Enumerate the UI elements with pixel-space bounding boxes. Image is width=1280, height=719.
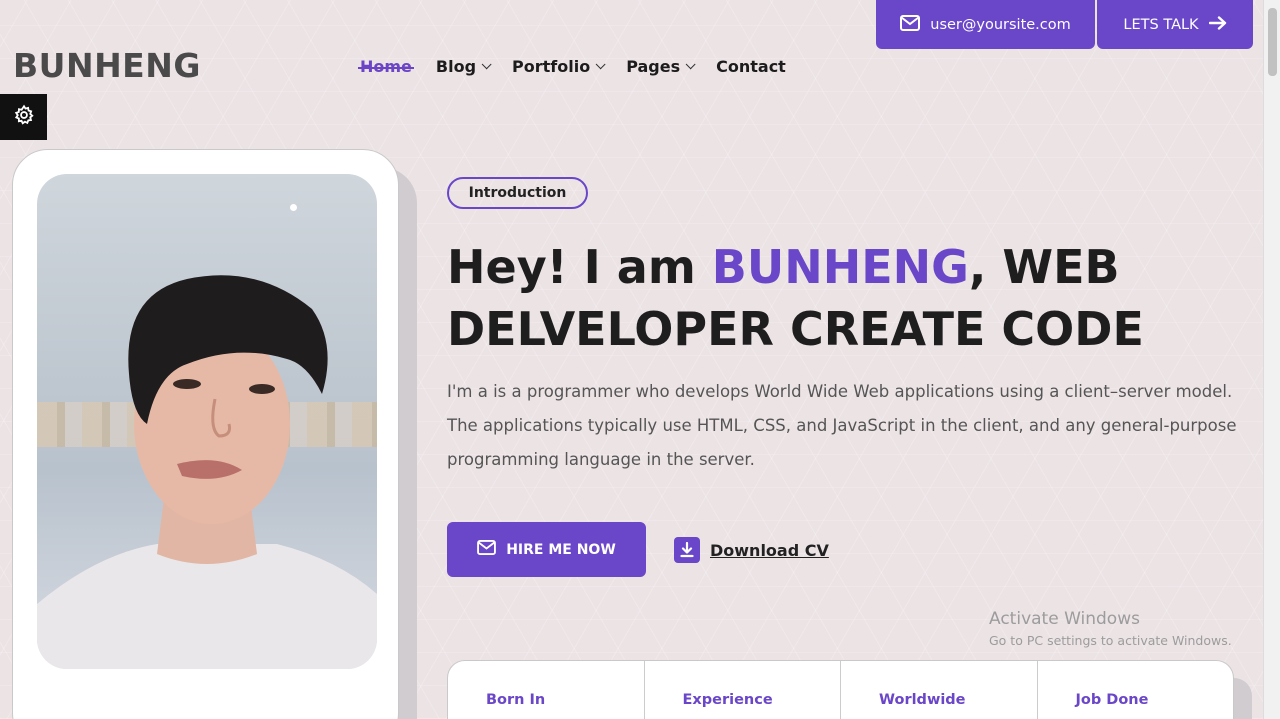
chevron-down-icon	[685, 59, 696, 70]
email-button[interactable]: user@yoursite.com	[876, 0, 1095, 49]
hero-bio: I'm a is a programmer who develops World…	[447, 382, 1237, 469]
hire-me-label: HIRE ME NOW	[506, 541, 616, 558]
stat-job-done: Job Done	[1038, 661, 1234, 719]
nav-item-home[interactable]: Home	[358, 57, 414, 76]
nav-item-portfolio[interactable]: Portfolio	[512, 57, 606, 76]
nav-item-label: Pages	[626, 57, 681, 76]
stat-label: Born In	[486, 692, 546, 708]
stat-worldwide: Worldwide	[841, 661, 1038, 719]
chevron-down-icon	[481, 59, 492, 70]
lets-talk-label: LETS TALK	[1123, 16, 1199, 33]
nav-item-contact[interactable]: Contact	[716, 57, 786, 76]
stat-label: Job Done	[1075, 692, 1149, 708]
watermark-line1: Activate Windows	[989, 609, 1140, 629]
chevron-down-icon	[595, 59, 606, 70]
introduction-badge: Introduction	[447, 177, 588, 209]
email-label: user@yoursite.com	[930, 16, 1071, 33]
scrollbar-thumb[interactable]	[1268, 8, 1277, 76]
site-logo[interactable]: BUNHENG	[13, 46, 201, 85]
profile-photo-card	[12, 149, 399, 719]
hire-me-button[interactable]: HIRE ME NOW	[447, 522, 646, 577]
watermark-line2: Go to PC settings to activate Windows.	[989, 633, 1232, 648]
arrow-right-icon	[1208, 15, 1227, 34]
stat-experience: Experience	[645, 661, 841, 719]
stat-label: Experience	[682, 692, 773, 708]
download-cv-label: Download CV	[710, 540, 829, 560]
lets-talk-button[interactable]: LETS TALK	[1097, 0, 1253, 49]
headline-name: BUNHENG	[711, 240, 969, 294]
nav-item-pages[interactable]: Pages	[626, 57, 696, 76]
headline-pre: Hey! I am	[447, 240, 712, 294]
stat-born-in: Born In	[448, 661, 645, 719]
person-portrait	[37, 275, 377, 669]
nav-item-label: Home	[360, 57, 412, 76]
nav-item-label: Contact	[716, 57, 786, 76]
nav-item-label: Portfolio	[512, 57, 591, 76]
main-nav: Home Blog Portfolio Pages Contact	[358, 57, 810, 76]
gear-icon	[13, 104, 35, 131]
profile-photo	[37, 174, 377, 669]
settings-button[interactable]	[0, 94, 47, 140]
download-cv-link[interactable]: Download CV	[674, 537, 829, 563]
stats-strip: Born In Experience Worldwide Job Done	[447, 660, 1234, 719]
hero-headline: Hey! I am BUNHENG, WEB DELVELOPER CREATE…	[447, 236, 1247, 360]
page-scrollbar[interactable]	[1263, 0, 1280, 719]
windows-activation-watermark: Activate Windows Go to PC settings to ac…	[989, 609, 1232, 648]
envelope-icon	[900, 14, 921, 35]
nav-item-label: Blog	[435, 57, 477, 76]
stat-label: Worldwide	[879, 692, 966, 708]
download-icon	[674, 537, 700, 563]
envelope-icon	[477, 540, 497, 559]
nav-item-blog[interactable]: Blog	[435, 57, 492, 76]
